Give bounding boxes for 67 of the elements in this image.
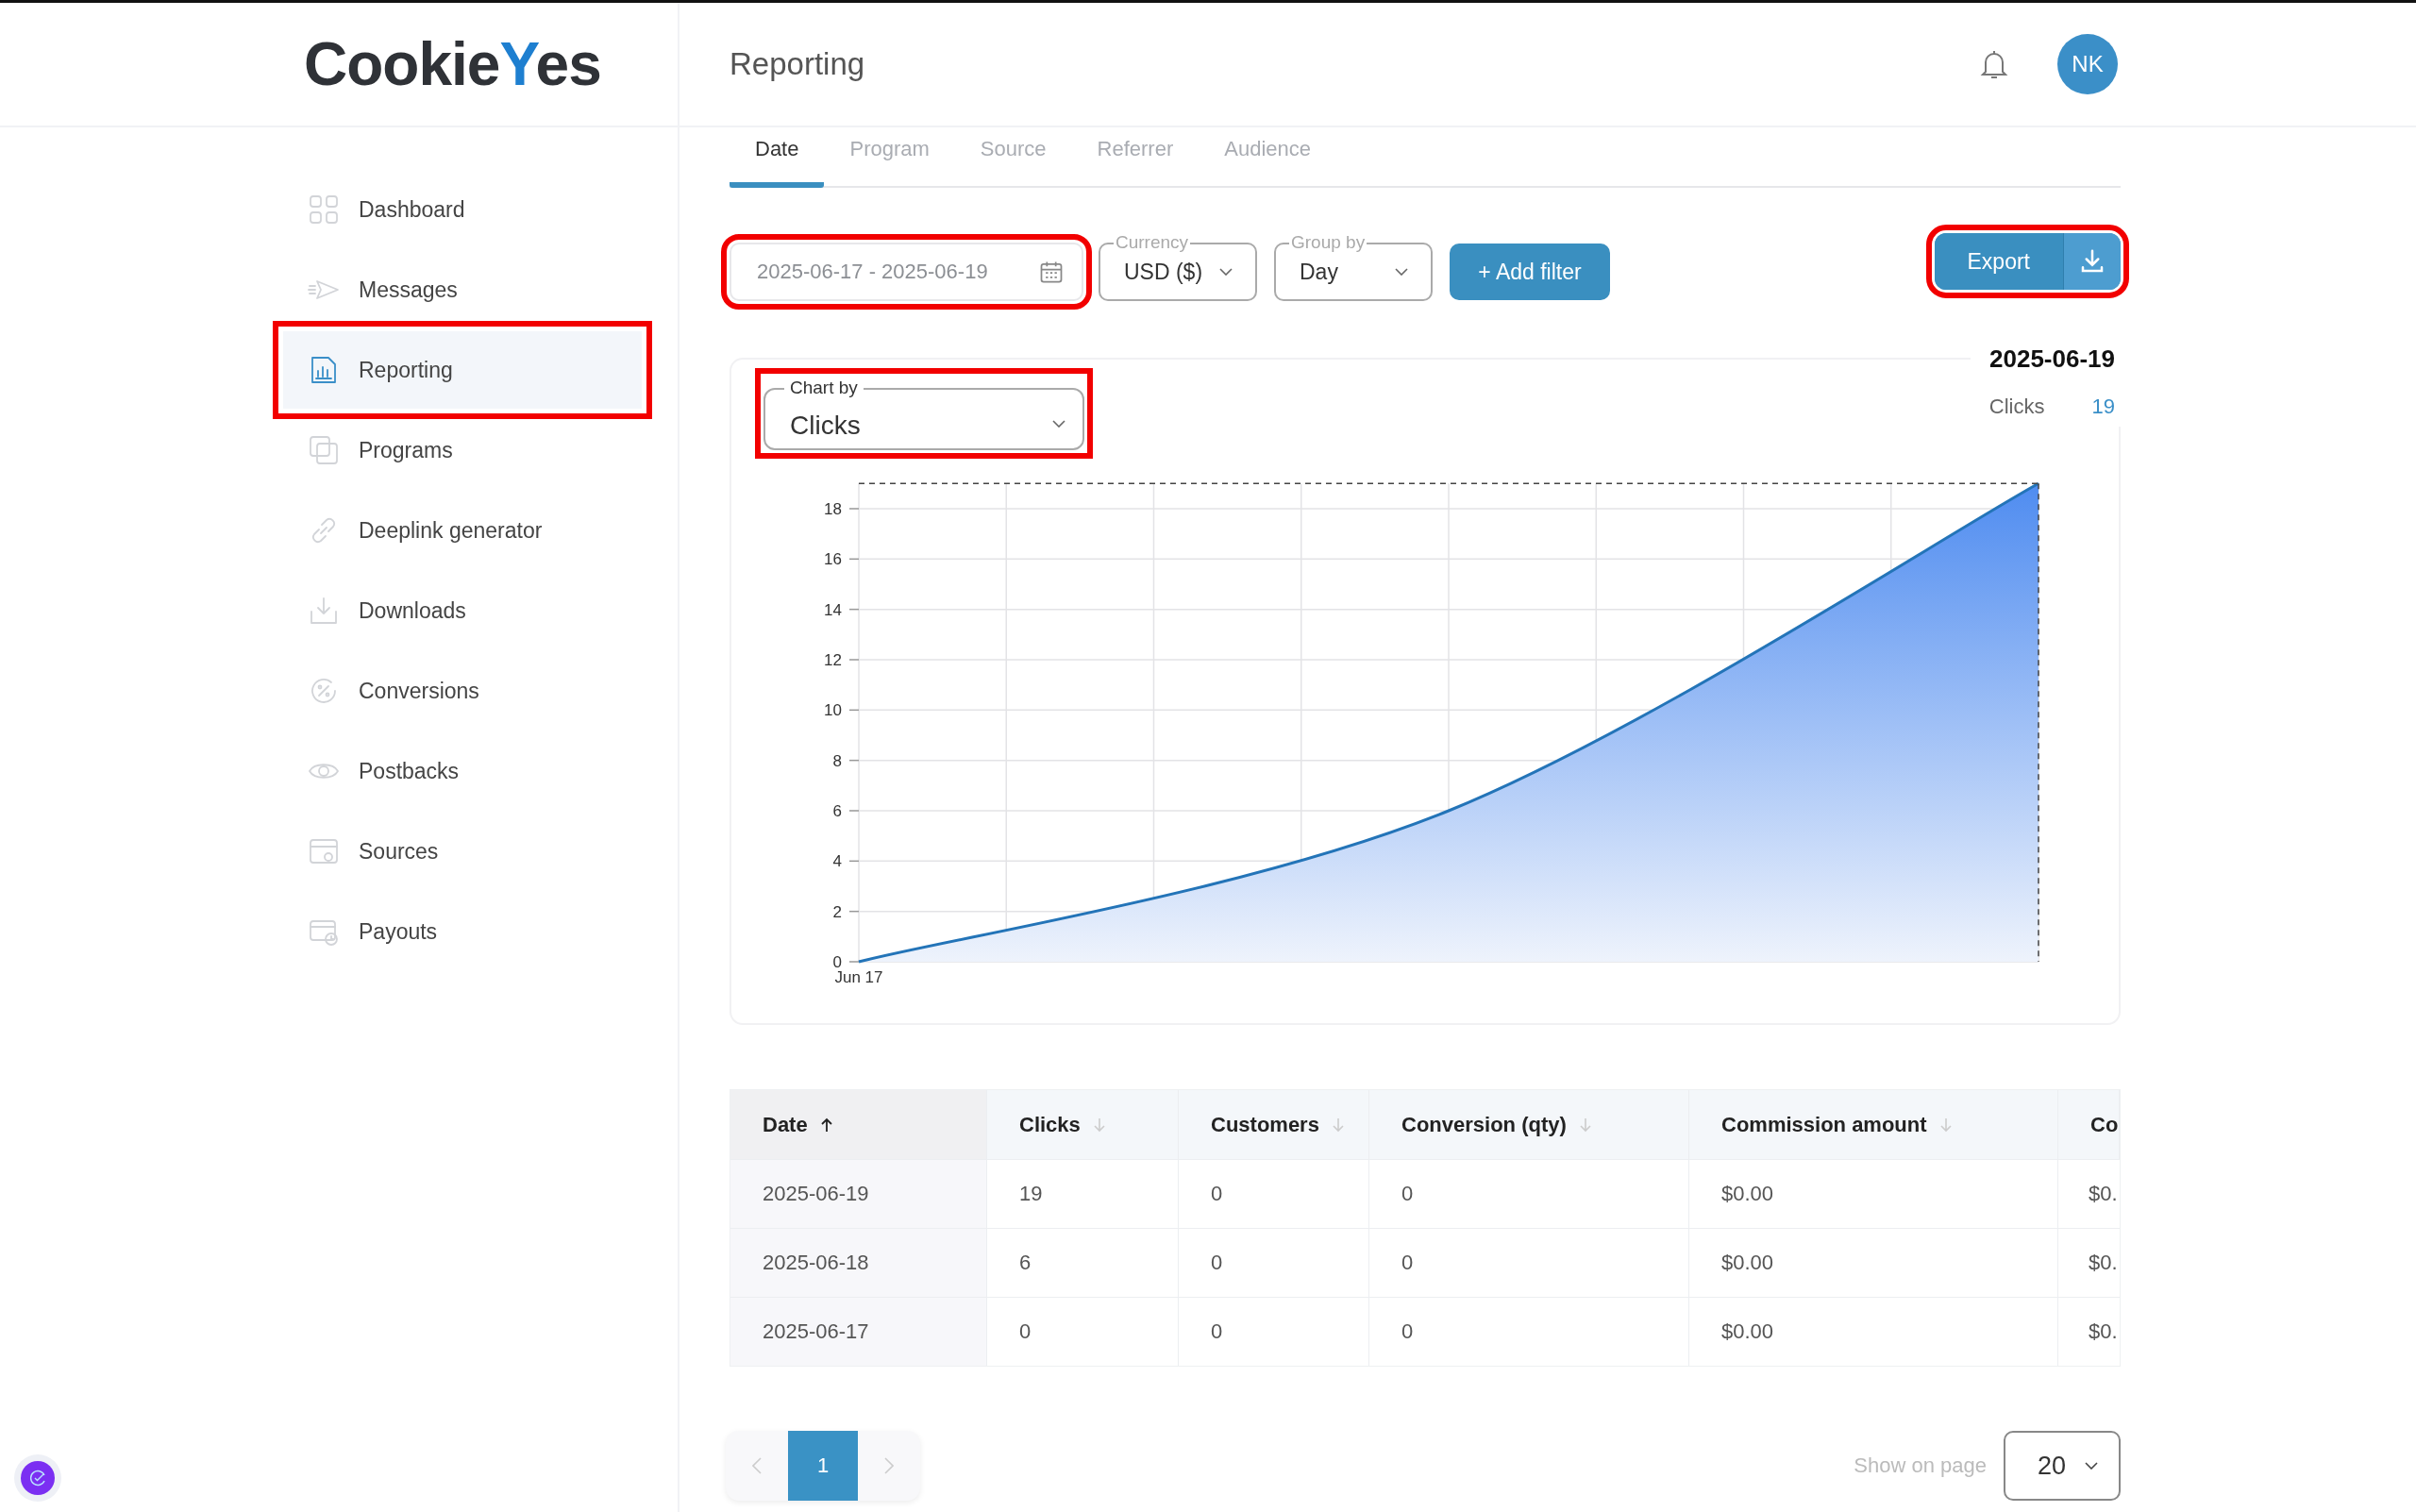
table-cell: 0 xyxy=(1179,1228,1369,1297)
column-header[interactable]: Customers xyxy=(1179,1090,1369,1159)
axis-label: 4 xyxy=(832,852,842,871)
table-cell: 0 xyxy=(1179,1159,1369,1228)
table-cell: 2025-06-18 xyxy=(730,1228,987,1297)
table-cell: $0. xyxy=(2058,1297,2120,1366)
logo: CookieYes xyxy=(304,29,601,99)
axis-label: 0 xyxy=(832,953,842,971)
column-header[interactable]: Conversion (qty) xyxy=(1369,1090,1689,1159)
sidebar-item[interactable]: Reporting xyxy=(283,331,642,409)
column-header[interactable]: Co xyxy=(2058,1090,2120,1159)
sidebar-item[interactable]: Dashboard xyxy=(283,171,642,248)
sidebar-item[interactable]: Messages xyxy=(283,251,642,328)
sidebar-item[interactable]: Conversions xyxy=(283,652,642,730)
chart-by-select[interactable]: Chart by Clicks xyxy=(763,377,1084,450)
column-header[interactable]: Date xyxy=(730,1090,987,1159)
table-cell: $0. xyxy=(2058,1228,2120,1297)
axis-label: 6 xyxy=(832,802,842,820)
currency-select[interactable]: Currency USD ($) xyxy=(1099,231,1257,301)
sidebar-item[interactable]: Deeplink generator xyxy=(283,492,642,569)
sidebar-item[interactable]: Sources xyxy=(283,813,642,890)
chevron-down-icon xyxy=(1219,268,1233,276)
table-cell: 19 xyxy=(987,1159,1179,1228)
download-icon xyxy=(308,595,340,627)
table-cell: $0.00 xyxy=(1689,1297,2058,1366)
table-cell: $0. xyxy=(2058,1159,2120,1228)
table-cell: 0 xyxy=(987,1297,1179,1366)
column-header[interactable]: Commission amount xyxy=(1689,1090,2058,1159)
table-cell: 2025-06-17 xyxy=(730,1297,987,1366)
column-header[interactable]: Clicks xyxy=(987,1090,1179,1159)
sidebar-item[interactable]: Downloads xyxy=(283,572,642,649)
table-cell: 2025-06-19 xyxy=(730,1159,987,1228)
tab[interactable]: Date xyxy=(730,127,825,188)
sidebar-item[interactable]: Payouts xyxy=(283,893,642,970)
tooltip-value: 19 xyxy=(2091,395,2115,419)
user-avatar[interactable]: NK xyxy=(2057,34,2118,94)
axis-label: 16 xyxy=(824,550,842,569)
page-size-select[interactable]: 20 xyxy=(2004,1431,2121,1501)
chevron-down-icon xyxy=(2085,1462,2098,1470)
page-title: Reporting xyxy=(730,46,865,82)
tooltip-metric: Clicks xyxy=(1988,395,2045,419)
axis-label: 14 xyxy=(824,600,842,619)
table-cell: $0.00 xyxy=(1689,1159,2058,1228)
chevron-down-icon xyxy=(1395,268,1408,276)
table-cell: 0 xyxy=(1179,1297,1369,1366)
copy-icon xyxy=(308,434,340,466)
group-by-select[interactable]: Group by Day xyxy=(1274,231,1433,301)
axis-label: Jun 17 xyxy=(834,968,883,986)
axis-label: 18 xyxy=(824,499,842,518)
show-on-page-label: Show on page xyxy=(1854,1453,1987,1478)
axis-label: 2 xyxy=(832,902,842,921)
table-cell: 0 xyxy=(1369,1297,1689,1366)
table-cell: $0.00 xyxy=(1689,1228,2058,1297)
table-cell: 6 xyxy=(987,1228,1179,1297)
chevron-down-icon xyxy=(1052,420,1065,428)
add-filter-button[interactable]: + Add filter xyxy=(1450,244,1610,300)
axis-label: 12 xyxy=(824,651,842,669)
tooltip-date: 2025-06-19 xyxy=(1988,344,2115,374)
sidebar-item[interactable]: Postbacks xyxy=(283,732,642,810)
table-cell: 0 xyxy=(1369,1159,1689,1228)
axis-label: 10 xyxy=(824,701,842,720)
notifications-icon[interactable] xyxy=(1980,48,2008,80)
check-circle-icon xyxy=(28,1469,47,1487)
axis-label: 8 xyxy=(832,751,842,770)
table-cell: 0 xyxy=(1369,1228,1689,1297)
sidebar-item[interactable]: Programs xyxy=(283,412,642,489)
grid-icon xyxy=(308,193,340,226)
